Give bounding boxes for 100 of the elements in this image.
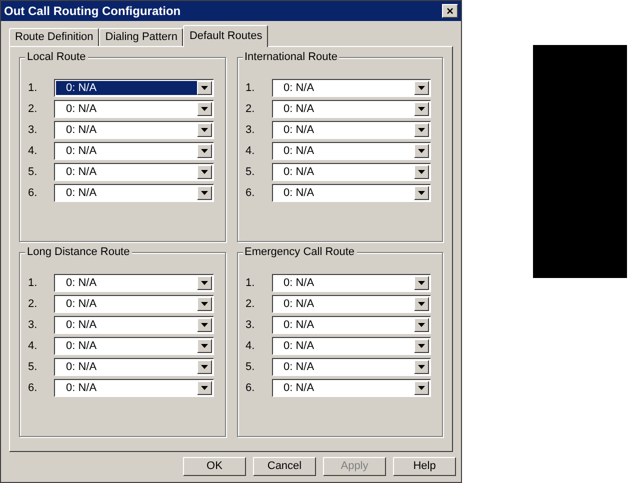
caret-icon — [200, 149, 208, 153]
dropdown-value: 0: N/A — [65, 186, 98, 200]
route-number: 1. — [246, 276, 256, 291]
dropdown-arrow-button[interactable] — [414, 318, 429, 332]
dialog-button[interactable]: Help — [393, 457, 456, 476]
route-dropdown[interactable]: 0: N/A — [54, 316, 214, 334]
route-number: 5. — [28, 360, 38, 375]
dropdown-arrow-button[interactable] — [414, 123, 429, 137]
caret-icon — [418, 323, 425, 327]
route-dropdown[interactable]: 0: N/A — [272, 295, 431, 313]
dropdown-arrow-button[interactable] — [414, 81, 429, 95]
route-number: 6. — [28, 380, 38, 396]
dropdown-arrow-button[interactable] — [414, 339, 429, 353]
route-dropdown[interactable]: 0: N/A — [54, 274, 214, 292]
dropdown-arrow-button[interactable] — [196, 318, 212, 332]
dropdown-value: 0: N/A — [282, 360, 316, 374]
route-number: 2. — [28, 102, 38, 117]
dropdown-value: 0: N/A — [282, 81, 316, 95]
route-number: 4. — [28, 338, 38, 354]
route-number: 4. — [246, 338, 256, 354]
route-dropdown[interactable]: 0: N/A — [54, 337, 214, 355]
route-dropdown[interactable]: 0: N/A — [54, 100, 214, 118]
dropdown-value: 0: N/A — [282, 144, 316, 158]
dropdown-arrow-button[interactable] — [196, 360, 212, 374]
dropdown-value: 0: N/A — [56, 81, 196, 95]
route-dropdown[interactable]: 0: N/A — [272, 337, 431, 355]
caret-icon — [200, 344, 208, 348]
dropdown-value: 0: N/A — [65, 297, 98, 311]
caret-icon — [418, 281, 425, 285]
dropdown-arrow-button[interactable] — [414, 186, 429, 200]
caret-icon — [418, 86, 425, 90]
route-dropdown[interactable]: 0: N/A — [54, 358, 214, 376]
tab[interactable]: Dialing Pattern — [99, 28, 184, 46]
tab[interactable]: Default Routes — [183, 25, 268, 47]
dropdown-arrow-button[interactable] — [196, 186, 212, 200]
dropdown-arrow-button[interactable] — [196, 339, 212, 353]
window-title: Out Call Routing Configuration — [4, 3, 181, 20]
dropdown-arrow-button[interactable] — [414, 165, 429, 179]
route-dropdown[interactable]: 0: N/A — [54, 121, 214, 139]
route-number: 2. — [246, 102, 256, 117]
dropdown-arrow-button[interactable] — [414, 276, 429, 290]
dropdown-arrow-button[interactable] — [196, 102, 212, 116]
route-dropdown[interactable]: 0: N/A — [272, 163, 431, 181]
dropdown-arrow-button[interactable] — [196, 81, 212, 95]
dropdown-arrow-button[interactable] — [196, 123, 212, 137]
group-title: Emergency Call Route — [242, 245, 357, 259]
route-number: 2. — [246, 296, 256, 312]
close-button[interactable]: × — [442, 4, 458, 18]
caret-icon — [418, 149, 425, 153]
route-dropdown[interactable]: 0: N/A — [54, 142, 214, 160]
dropdown-arrow-button[interactable] — [196, 297, 212, 311]
route-dropdown[interactable]: 0: N/A — [272, 79, 431, 97]
route-number: 3. — [28, 122, 38, 138]
dropdown-value: 0: N/A — [65, 360, 98, 374]
dropdown-arrow-button[interactable] — [196, 165, 212, 179]
caret-icon — [418, 170, 425, 174]
group-title: Long Distance Route — [25, 245, 132, 259]
caret-icon — [200, 86, 208, 90]
dialog-button[interactable]: Cancel — [253, 457, 316, 476]
dropdown-arrow-button[interactable] — [414, 360, 429, 374]
dropdown-value: 0: N/A — [282, 339, 316, 353]
route-dropdown[interactable]: 0: N/A — [272, 379, 431, 397]
route-number: 3. — [246, 122, 256, 138]
dropdown-arrow-button[interactable] — [414, 102, 429, 116]
route-dropdown[interactable]: 0: N/A — [272, 142, 431, 160]
dropdown-arrow-button[interactable] — [196, 276, 212, 290]
dropdown-value: 0: N/A — [65, 144, 98, 158]
tab[interactable]: Route Definition — [9, 28, 100, 46]
dropdown-value: 0: N/A — [282, 165, 316, 179]
dropdown-arrow-button[interactable] — [414, 144, 429, 158]
route-number: 3. — [246, 318, 256, 333]
caret-icon — [418, 386, 425, 390]
route-dropdown[interactable]: 0: N/A — [272, 184, 431, 202]
route-dropdown[interactable]: 0: N/A — [54, 79, 214, 97]
dropdown-arrow-button[interactable] — [196, 144, 212, 158]
dropdown-value: 0: N/A — [282, 186, 316, 200]
caret-icon — [418, 191, 425, 195]
route-number: 5. — [246, 164, 256, 180]
caret-icon — [200, 365, 208, 369]
dropdown-value: 0: N/A — [282, 102, 316, 116]
route-dropdown[interactable]: 0: N/A — [272, 358, 431, 376]
caret-icon — [200, 170, 208, 174]
route-dropdown[interactable]: 0: N/A — [54, 379, 214, 397]
route-dropdown[interactable]: 0: N/A — [272, 121, 431, 139]
dropdown-value: 0: N/A — [65, 102, 98, 116]
dropdown-value: 0: N/A — [282, 318, 316, 332]
dropdown-arrow-button[interactable] — [414, 297, 429, 311]
route-dropdown[interactable]: 0: N/A — [272, 100, 431, 118]
dropdown-arrow-button[interactable] — [196, 381, 212, 395]
route-dropdown[interactable]: 0: N/A — [54, 184, 214, 202]
route-dropdown[interactable]: 0: N/A — [272, 316, 431, 334]
caret-icon — [418, 365, 425, 369]
dropdown-arrow-button[interactable] — [414, 381, 429, 395]
caret-icon — [200, 386, 208, 390]
dropdown-value: 0: N/A — [65, 339, 98, 353]
route-dropdown[interactable]: 0: N/A — [54, 163, 214, 181]
route-dropdown[interactable]: 0: N/A — [54, 295, 214, 313]
route-dropdown[interactable]: 0: N/A — [272, 274, 431, 292]
dialog-button[interactable]: OK — [183, 457, 246, 476]
caret-icon — [418, 128, 425, 132]
